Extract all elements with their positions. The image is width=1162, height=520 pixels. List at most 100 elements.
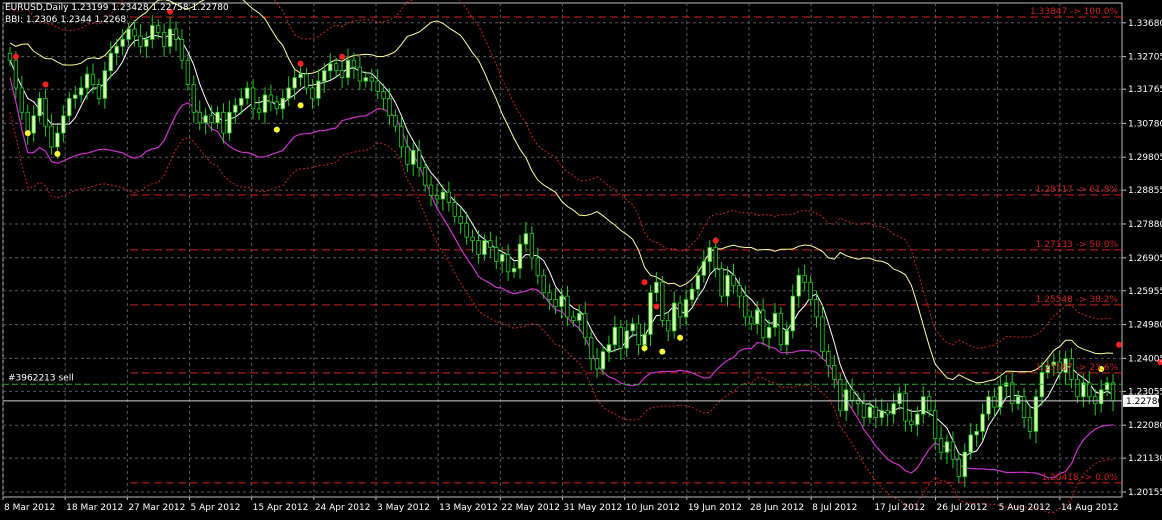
candle-body bbox=[280, 98, 285, 110]
fractal-high-marker bbox=[653, 303, 660, 310]
candle-body bbox=[826, 351, 831, 366]
candle-body bbox=[239, 98, 244, 106]
candle-body bbox=[102, 70, 108, 99]
symbol-info: EURUSD,Daily 1.23199 1.23428 1.22758 1.2… bbox=[5, 3, 229, 13]
candle-body bbox=[778, 313, 784, 346]
candle-body bbox=[796, 274, 801, 297]
candle-body bbox=[511, 267, 517, 273]
price-tick-label: 1.24005 bbox=[1128, 354, 1162, 364]
fractal-low-marker bbox=[677, 334, 684, 341]
candle-body bbox=[737, 285, 742, 297]
candle-body bbox=[950, 441, 956, 460]
candle-body bbox=[547, 292, 552, 301]
candle-body bbox=[594, 358, 600, 370]
price-tick-label: 1.28855 bbox=[1128, 186, 1162, 196]
candle-body bbox=[428, 184, 434, 196]
candle-body bbox=[802, 274, 807, 283]
fractal-high-marker bbox=[297, 60, 304, 67]
fractal-low-marker bbox=[24, 130, 31, 137]
candle-body bbox=[648, 292, 653, 335]
fib-level-label: 1.33847 -> 100.0% bbox=[1030, 7, 1118, 17]
candle-body bbox=[61, 115, 66, 134]
candle-body bbox=[725, 274, 730, 297]
time-tick-label: 5 Aug 2012 bbox=[999, 503, 1051, 513]
price-tick-label: 1.33680 bbox=[1128, 19, 1162, 29]
candle-body bbox=[577, 313, 582, 321]
candle-body bbox=[274, 101, 280, 110]
time-tick-label: 22 May 2012 bbox=[501, 503, 560, 513]
time-tick-label: 19 Jun 2012 bbox=[688, 503, 742, 513]
candle-body bbox=[298, 73, 303, 78]
fractal-high-marker bbox=[339, 53, 346, 60]
candle-body bbox=[55, 132, 60, 148]
candle-body bbox=[588, 337, 594, 359]
candle-body bbox=[529, 233, 535, 259]
candle-body bbox=[867, 406, 873, 418]
candle-body bbox=[903, 392, 908, 422]
candle-body bbox=[1015, 396, 1021, 405]
fractal-high-marker bbox=[42, 81, 49, 88]
candle-body bbox=[707, 247, 712, 262]
candle-body bbox=[209, 115, 214, 124]
candle-body bbox=[227, 111, 232, 134]
candle-body bbox=[861, 403, 867, 418]
candle-body bbox=[808, 281, 813, 301]
candle-body bbox=[49, 125, 54, 148]
candle-body bbox=[636, 323, 641, 346]
candle-body bbox=[476, 240, 481, 255]
candle-body bbox=[1081, 382, 1086, 398]
candle-body bbox=[375, 80, 380, 92]
candle-body bbox=[927, 396, 932, 412]
time-tick-label: 15 Apr 2012 bbox=[253, 503, 309, 513]
candle-body bbox=[998, 385, 1003, 408]
time-tick-label: 31 May 2012 bbox=[564, 503, 623, 513]
candle-body bbox=[84, 73, 90, 89]
candle-body bbox=[150, 25, 155, 40]
candle-body bbox=[541, 274, 546, 294]
time-tick-label: 17 Jul 2012 bbox=[874, 503, 925, 513]
candle-body bbox=[968, 434, 973, 453]
price-tick-label: 1.26905 bbox=[1128, 254, 1162, 264]
candle-body bbox=[873, 406, 878, 418]
candle-body bbox=[766, 326, 772, 339]
candle-body bbox=[956, 458, 962, 477]
candle-body bbox=[755, 309, 760, 325]
candle-body bbox=[144, 39, 149, 47]
time-tick-label: 5 Apr 2012 bbox=[191, 503, 241, 513]
chart-canvas[interactable]: #3962213 sell 1.33680 1.32705 1.31765 1.307… bbox=[0, 0, 1162, 516]
candle-body bbox=[701, 261, 707, 276]
candle-body bbox=[885, 410, 890, 415]
candle-body bbox=[7, 52, 13, 61]
current-price-label: 1.22780 bbox=[1126, 397, 1162, 407]
candle-body bbox=[494, 247, 499, 262]
time-tick-label: 28 Jun 2012 bbox=[750, 503, 804, 513]
time-tick-label: 8 Jul 2012 bbox=[812, 503, 857, 513]
candlestick-chart[interactable]: #3962213 sell 1.33680 1.32705 1.31765 1.307… bbox=[0, 0, 1162, 516]
candle-body bbox=[357, 66, 363, 82]
candle-body bbox=[784, 330, 790, 346]
candle-body bbox=[405, 146, 410, 165]
candle-body bbox=[96, 84, 102, 99]
fractal-low-marker bbox=[273, 126, 280, 133]
fib-level-label: 1.23587 -> 23.6% bbox=[1036, 363, 1119, 373]
candle-body bbox=[179, 39, 185, 61]
candle-body bbox=[132, 28, 137, 37]
candle-body bbox=[921, 396, 926, 415]
candle-body bbox=[434, 195, 440, 200]
candle-body bbox=[250, 87, 256, 110]
candle-body bbox=[612, 326, 618, 346]
candle-body bbox=[215, 111, 220, 124]
candle-body bbox=[416, 150, 422, 169]
candle-body bbox=[606, 344, 612, 353]
candle-body bbox=[185, 59, 191, 85]
candle-body bbox=[843, 389, 849, 412]
fib-level-label: 1.27133 -> 50.0% bbox=[1036, 240, 1119, 250]
candle-body bbox=[452, 202, 457, 217]
candle-body bbox=[1033, 396, 1039, 432]
candle-body bbox=[90, 73, 96, 85]
fractal-high-marker bbox=[712, 237, 719, 244]
time-tick-label: 8 Mar 2012 bbox=[4, 503, 55, 513]
candle-body bbox=[470, 236, 475, 242]
fractal-low-marker bbox=[659, 348, 666, 355]
candle-body bbox=[832, 365, 837, 380]
